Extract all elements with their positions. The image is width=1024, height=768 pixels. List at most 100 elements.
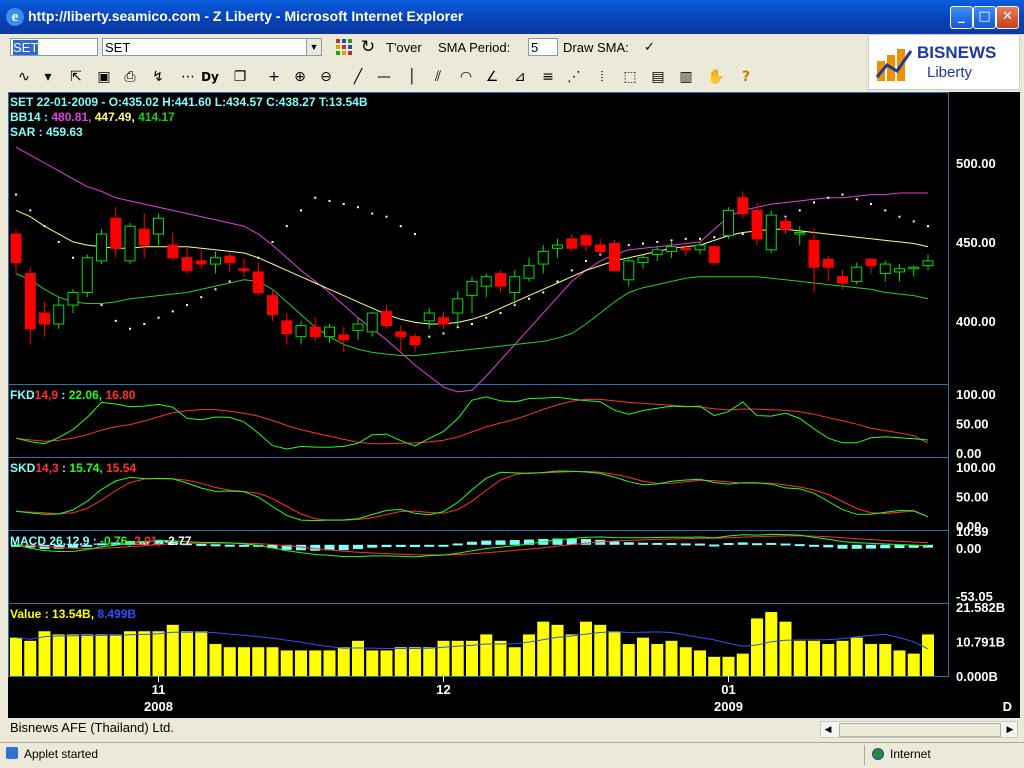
volume-bar <box>238 647 250 676</box>
candle-body <box>651 249 663 256</box>
sma-period-input[interactable]: 5 <box>528 38 558 56</box>
scroll-thumb[interactable] <box>839 723 1001 737</box>
macd-hist-bar <box>894 544 905 549</box>
candle-body <box>495 273 506 287</box>
candle-body <box>181 257 193 271</box>
scroll-right-icon[interactable]: ▶ <box>1003 722 1017 737</box>
macd-hist-bar <box>452 543 463 546</box>
cycle-icon[interactable]: ⦙ <box>592 67 612 87</box>
select-icon[interactable]: ⬚ <box>620 67 640 87</box>
hand-icon[interactable]: ✋ <box>706 67 726 87</box>
sar-header: SAR : 459.63 <box>10 125 83 139</box>
help-icon[interactable]: ? <box>736 67 756 87</box>
horizontal-scrollbar[interactable]: ◀ ▶ <box>820 721 1018 738</box>
candle-body <box>124 225 136 262</box>
close-button[interactable]: ✕ <box>996 6 1019 29</box>
fan-icon[interactable]: ∠ <box>482 67 502 87</box>
candle-body <box>737 197 749 215</box>
logo-sub: Liberty <box>927 64 973 81</box>
candle-body <box>694 244 706 251</box>
dy-icon[interactable]: Dy <box>200 67 220 87</box>
x-year-label: 2009 <box>714 699 743 714</box>
macd-hist-bar <box>737 542 748 545</box>
candle-body <box>96 233 107 262</box>
volume-bar <box>10 637 22 676</box>
line-chart-icon[interactable]: ∿ <box>14 67 34 87</box>
speed-line-icon[interactable]: ⊿ <box>510 67 530 87</box>
candle-body <box>366 312 378 333</box>
volume-bar <box>850 637 863 676</box>
macd-hist-bar <box>823 544 834 548</box>
macd-hist-bar <box>866 544 876 549</box>
sar-dot <box>385 215 388 218</box>
logo-main: BISNEWS <box>917 43 997 62</box>
macd-hist-bar <box>467 541 477 545</box>
chevron-down-icon[interactable]: ▼ <box>306 39 321 55</box>
arc-icon[interactable]: ◠ <box>456 67 476 87</box>
drawing-toolbar: ∿ ▾ ⇱ ▣ ⎙ ↯ ⋯ Dy ❐ + ⊕ ⊖ ╱ — │ ⫽ ◠ ∠ ⊿ ≡ ⋰ ⦙ ⬚ ▤ ▥ ✋? <box>8 64 866 90</box>
chart-area[interactable]: 500.00 450.00 400.00 100.00 50.00 0.00 100.00 5… <box>8 92 1020 718</box>
macd-hist-bar <box>210 544 221 547</box>
skd-k-line <box>15 470 929 522</box>
globe-icon <box>872 748 884 760</box>
draw-sma-checkbox[interactable]: ✓ <box>644 39 655 55</box>
volume-bar <box>551 624 564 676</box>
symbol-select[interactable]: SET ▼ <box>102 38 322 56</box>
volume-bar <box>523 634 535 676</box>
delete-all-icon[interactable]: ▥ <box>676 67 696 87</box>
sar-dot <box>357 206 359 209</box>
company-bar: Bisnews AFE (Thailand) Ltd. ◀ ▶ <box>8 718 1020 738</box>
candle-body <box>509 276 521 293</box>
fkd-header: FKD14,9 : 22.06, 16.80 <box>10 388 136 402</box>
vertical-line-icon[interactable]: │ <box>402 67 422 87</box>
candle-body <box>480 276 492 287</box>
scroll-left-icon[interactable]: ◀ <box>821 722 835 737</box>
print-icon[interactable]: ⎙ <box>120 67 140 87</box>
copy-icon[interactable]: ❐ <box>230 67 250 87</box>
channel-icon[interactable]: ⫽ <box>428 67 448 87</box>
candle-body <box>195 260 207 265</box>
candle-body <box>780 220 791 230</box>
tover-label[interactable]: T'over <box>386 40 422 55</box>
zoom-in-icon[interactable]: ⊕ <box>290 67 310 87</box>
sar-dot <box>699 237 701 240</box>
volume-bar <box>651 644 664 676</box>
dropdown-arrow-icon[interactable]: ▾ <box>38 67 58 87</box>
volume-bar <box>665 640 678 676</box>
maximize-button[interactable]: □ <box>973 6 996 29</box>
macd-hist-bar <box>652 542 663 545</box>
clipboard-icon[interactable]: ▤ <box>648 67 668 87</box>
panel-border <box>8 457 949 531</box>
volume-bar <box>52 634 65 676</box>
sar-dot <box>585 259 587 262</box>
value-header: Value : 13.54B, 8.499B <box>10 607 137 621</box>
volume-bar <box>694 650 706 676</box>
indicator-icon[interactable]: ↯ <box>148 67 168 87</box>
macd-hist-bar <box>481 540 492 545</box>
gann-icon[interactable]: ⋰ <box>564 67 584 87</box>
chart-svg[interactable]: 500.00450.00400.00100.0050.000.00100.005… <box>8 92 1020 718</box>
zoom-out-icon[interactable]: ⊖ <box>316 67 336 87</box>
candle-body <box>894 268 905 273</box>
trendline-icon[interactable]: ╱ <box>348 67 368 87</box>
color-grid-icon[interactable] <box>334 38 354 58</box>
dotted-line-icon[interactable]: ⋯ <box>178 67 198 87</box>
refresh-icon[interactable]: ↻ <box>358 37 378 57</box>
crosshair-icon[interactable]: + <box>264 67 284 87</box>
minimize-button[interactable]: _ <box>950 6 973 29</box>
export-icon[interactable]: ⇱ <box>66 67 86 87</box>
candle-body <box>822 258 834 268</box>
sar-dot <box>442 332 445 335</box>
horizontal-line-icon[interactable]: — <box>374 67 394 87</box>
candle-body <box>409 336 421 346</box>
candle-body <box>580 235 592 246</box>
symbol-input[interactable]: SET <box>10 38 98 56</box>
sar-dot <box>214 288 217 291</box>
fibonacci-icon[interactable]: ≡ <box>538 67 558 87</box>
macd-hist-bar <box>638 542 648 545</box>
sar-dot <box>72 256 74 259</box>
save-icon[interactable]: ▣ <box>94 67 114 87</box>
candle-body <box>637 257 649 263</box>
x-month-label: 01 <box>721 682 735 697</box>
candle-body <box>765 214 777 251</box>
